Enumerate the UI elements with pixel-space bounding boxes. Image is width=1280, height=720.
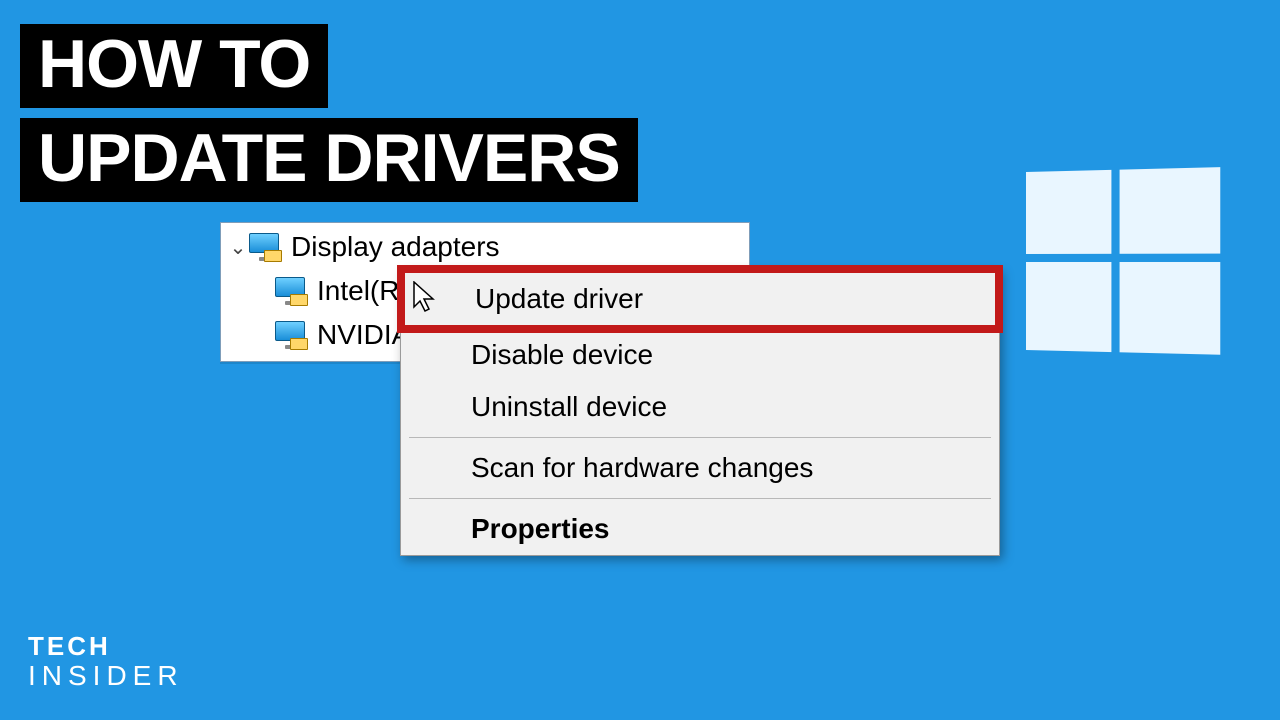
title-line-2: UPDATE DRIVERS <box>20 118 638 202</box>
tree-parent-label: Display adapters <box>291 231 500 263</box>
tree-parent-display-adapters[interactable]: ⌄ Display adapters <box>221 225 749 269</box>
menu-item-update-driver[interactable]: Update driver <box>397 265 1003 333</box>
brand-line-2: INSIDER <box>28 661 184 690</box>
menu-divider <box>409 437 991 438</box>
tree-child-label: Intel(R) <box>317 275 409 307</box>
menu-item-scan-hardware[interactable]: Scan for hardware changes <box>401 442 999 494</box>
menu-item-properties[interactable]: Properties <box>401 503 999 555</box>
display-adapter-icon <box>249 233 281 261</box>
title-line-1: HOW TO <box>20 24 328 108</box>
brand-line-1: TECH <box>28 633 184 660</box>
brand-logo: TECH INSIDER <box>28 633 184 690</box>
menu-item-uninstall-device[interactable]: Uninstall device <box>401 381 999 433</box>
context-menu: Update driver Disable device Uninstall d… <box>400 268 1000 556</box>
menu-divider <box>409 498 991 499</box>
display-adapter-icon <box>275 277 307 305</box>
cursor-icon <box>413 281 437 313</box>
menu-item-disable-device[interactable]: Disable device <box>401 329 999 381</box>
chevron-down-icon: ⌄ <box>227 235 249 260</box>
windows-logo-icon <box>1026 167 1220 357</box>
display-adapter-icon <box>275 321 307 349</box>
